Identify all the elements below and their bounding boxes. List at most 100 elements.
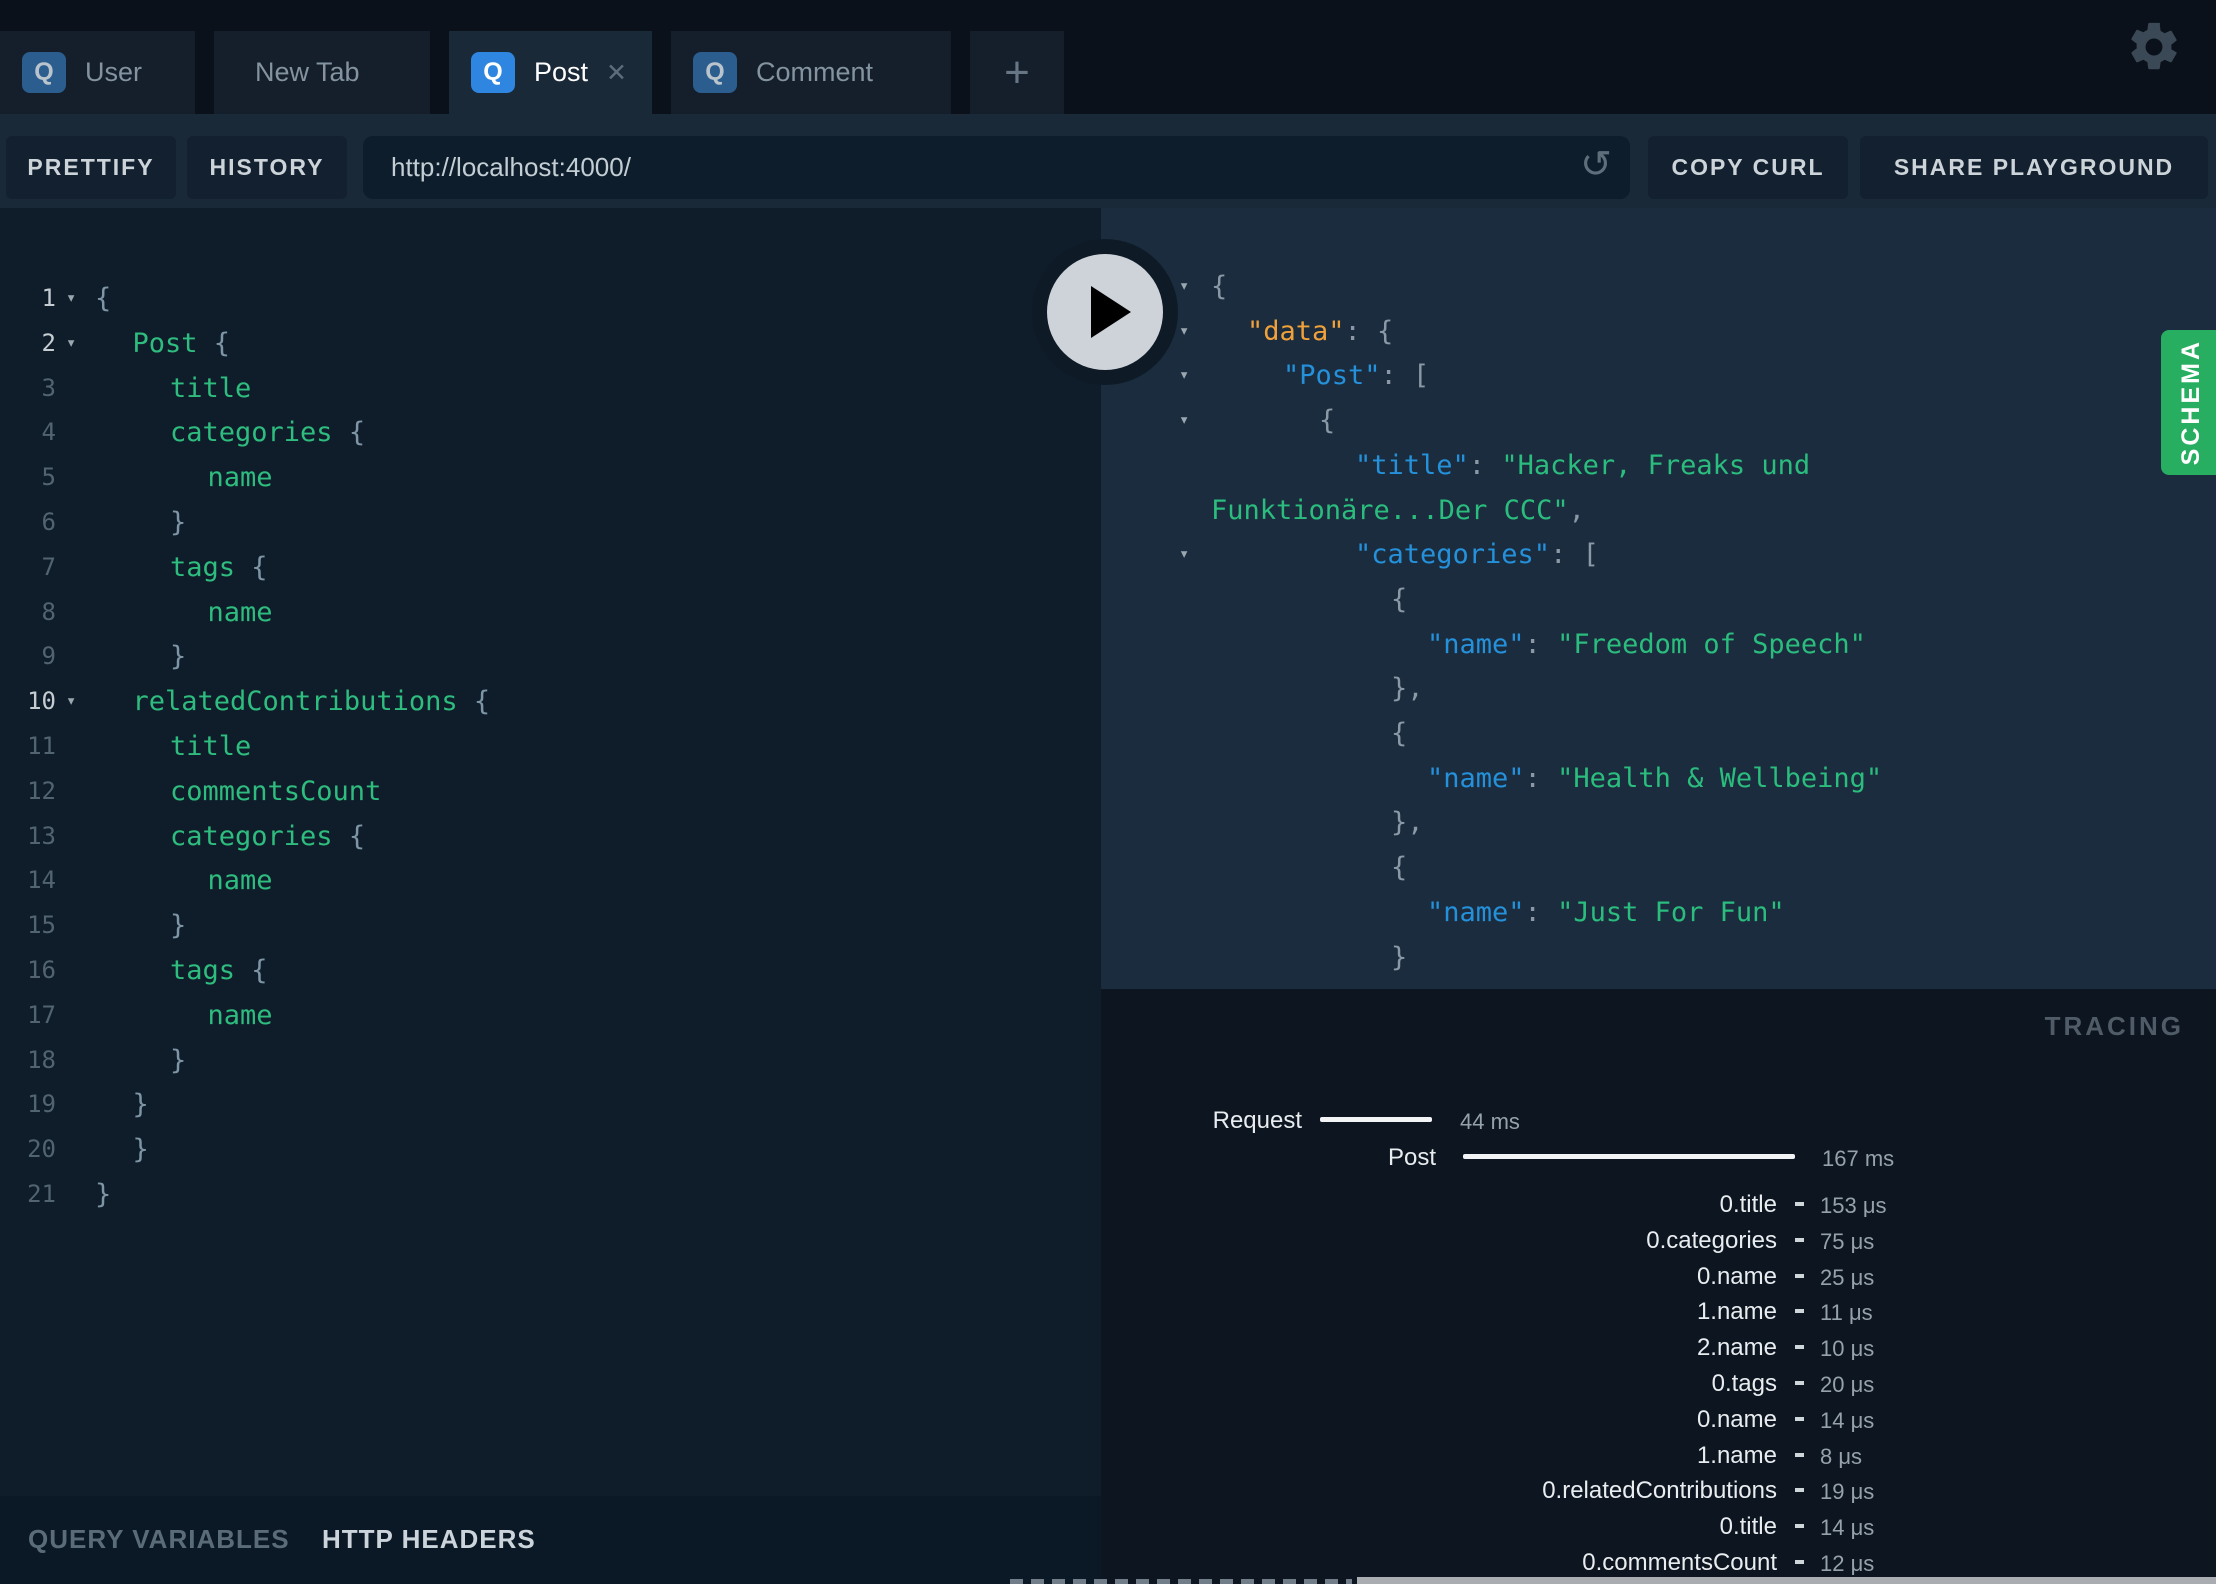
- code-line: 8 name: [0, 590, 1101, 635]
- tab-comment[interactable]: Q Comment: [671, 31, 951, 114]
- line-number: 6: [41, 508, 56, 536]
- tab-label: User: [85, 57, 143, 87]
- response-text: }: [1391, 941, 1408, 973]
- tab-label: New Tab: [255, 57, 360, 87]
- trace-duration: 10 μs: [1820, 1336, 1875, 1361]
- fold-icon[interactable]: ▾: [66, 276, 76, 321]
- trace-label: Post: [1387, 1144, 1436, 1171]
- response-line: "name": "Just For Fun": [1101, 890, 2216, 935]
- copy-curl-button[interactable]: COPY CURL: [1648, 136, 1848, 199]
- response-text: {: [1319, 405, 1336, 437]
- fold-icon[interactable]: ▾: [66, 679, 76, 724]
- response-line: },: [1101, 800, 2216, 845]
- code-text: }: [132, 1134, 149, 1166]
- trace-row: 0.tags 20 μs: [1101, 1370, 2216, 1400]
- trace-tick: [1795, 1309, 1804, 1313]
- trace-duration: 20 μs: [1820, 1372, 1875, 1397]
- code-text: name: [207, 865, 273, 897]
- code-text: }: [170, 507, 187, 538]
- fold-icon[interactable]: ▾: [1179, 532, 1189, 577]
- fold-icon[interactable]: ▾: [1179, 264, 1189, 309]
- code-text: {: [95, 283, 112, 314]
- fold-icon[interactable]: ▾: [1179, 353, 1189, 398]
- trace-bar: [1320, 1117, 1432, 1122]
- response-text: "Post": [: [1283, 360, 1430, 392]
- trace-row: 0.name 14 μs: [1101, 1406, 2216, 1436]
- trace-duration: 25 μs: [1820, 1265, 1875, 1290]
- share-playground-button[interactable]: SHARE PLAYGROUND: [1860, 136, 2208, 199]
- execute-button[interactable]: [1032, 239, 1178, 385]
- line-number: 8: [41, 597, 56, 626]
- new-tab-button[interactable]: +: [970, 31, 1064, 114]
- query-editor[interactable]: 1 ▾ {2 ▾ Post {3 title 4 categories {5 name 6} 7 ta…: [0, 208, 1101, 1496]
- line-number: 13: [27, 821, 56, 850]
- fold-icon[interactable]: ▾: [1179, 309, 1189, 354]
- trace-duration: 14 μs: [1820, 1515, 1875, 1540]
- trace-tick: [1795, 1345, 1804, 1349]
- response-line: ▾ "categories": [: [1101, 532, 2216, 577]
- code-line: 1 ▾ {: [0, 276, 1101, 321]
- tab-label: Post: [534, 57, 589, 87]
- query-badge: Q: [693, 52, 737, 93]
- line-number: 12: [27, 776, 56, 805]
- tab-post[interactable]: Q Post ✕: [449, 31, 652, 114]
- schema-tab[interactable]: SCHEMA: [2161, 330, 2216, 475]
- line-number: 2: [41, 328, 56, 357]
- line-number: 16: [27, 956, 56, 984]
- tab-user[interactable]: Q User: [0, 31, 195, 114]
- trace-tick: [1795, 1381, 1804, 1385]
- fold-icon[interactable]: ▾: [1179, 398, 1189, 443]
- code-text: title: [170, 731, 252, 762]
- code-line: 16 tags {: [0, 948, 1101, 993]
- code-text: }: [170, 910, 187, 942]
- trace-row: Request 44 ms: [1101, 1107, 2216, 1137]
- line-number: 9: [41, 642, 56, 671]
- trace-row: Post 167 ms: [1101, 1144, 2216, 1174]
- code-line: 4 categories {: [0, 410, 1101, 455]
- trace-row: 1.name 11 μs: [1101, 1298, 2216, 1328]
- line-number: 20: [27, 1135, 56, 1164]
- response-line: ▾{: [1101, 264, 2216, 309]
- response-line: ▾ "data": {: [1101, 309, 2216, 354]
- line-number: 17: [27, 1000, 56, 1029]
- response-line: "title": "Hacker, Freaks und: [1101, 443, 2216, 488]
- trace-label: 2.name: [1696, 1334, 1777, 1361]
- reload-icon[interactable]: ↺: [1580, 146, 1630, 190]
- code-text: tags {: [170, 551, 268, 583]
- tab-new-tab[interactable]: New Tab: [214, 31, 430, 114]
- line-number: 4: [41, 418, 56, 447]
- code-line: 19}: [0, 1082, 1101, 1127]
- code-line: 6}: [0, 500, 1101, 545]
- trace-duration: 8 μs: [1820, 1444, 1863, 1469]
- http-headers-tab[interactable]: HTTP HEADERS: [322, 1524, 536, 1555]
- tab-bar: Q User New Tab Q Post ✕ Q Comment +: [0, 31, 1064, 114]
- line-number: 7: [41, 552, 56, 581]
- tab-label: Comment: [756, 57, 874, 87]
- response-line: "name": "Health & Wellbeing": [1101, 756, 2216, 801]
- schema-tab-label: SCHEMA: [2176, 339, 2205, 466]
- tab-close-icon[interactable]: ✕: [606, 58, 627, 88]
- fold-icon[interactable]: ▾: [66, 321, 76, 366]
- code-text: }: [132, 1089, 149, 1121]
- code-text: categories {: [170, 820, 366, 852]
- code-text: name: [207, 596, 273, 628]
- history-button[interactable]: HISTORY: [187, 136, 347, 199]
- prettify-button[interactable]: PRETTIFY: [6, 136, 176, 199]
- trace-duration: 44 ms: [1460, 1109, 1520, 1134]
- code-line: 18}: [0, 1038, 1101, 1083]
- trace-tick: [1795, 1202, 1804, 1206]
- horizontal-scrollbar[interactable]: [1357, 1577, 2216, 1584]
- code-text: commentsCount: [170, 775, 382, 807]
- url-bar: ↺: [363, 136, 1630, 199]
- code-text: name: [207, 462, 273, 494]
- query-variables-tab[interactable]: QUERY VARIABLES: [28, 1524, 290, 1555]
- trace-row: 0.title 14 μs: [1101, 1513, 2216, 1543]
- response-text: "categories": [: [1355, 539, 1599, 571]
- settings-button[interactable]: [2125, 18, 2183, 76]
- response-text: "name": "Just For Fun": [1427, 896, 1785, 928]
- response-line: "name": "Freedom of Speech": [1101, 622, 2216, 667]
- code-text: title: [170, 372, 252, 404]
- trace-tick: [1795, 1453, 1804, 1457]
- response-text: "name": "Health & Wellbeing": [1427, 762, 1883, 794]
- url-input[interactable]: [363, 152, 1581, 183]
